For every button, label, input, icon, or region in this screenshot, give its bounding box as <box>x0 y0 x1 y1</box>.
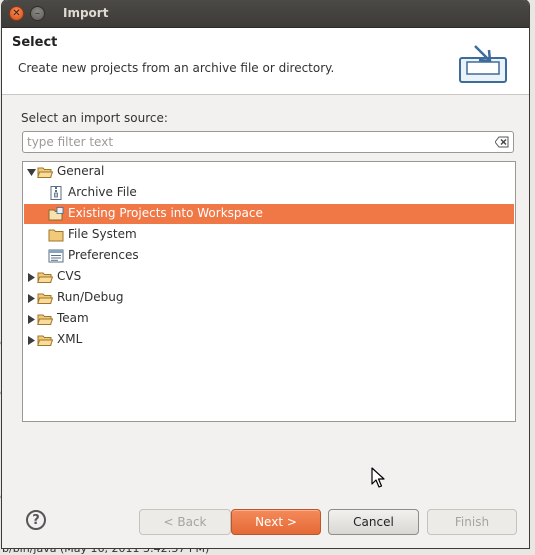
page-description: Create new projects from an archive file… <box>18 61 335 75</box>
next-button[interactable]: Next > <box>231 509 321 535</box>
mouse-pointer-icon <box>371 467 385 488</box>
tree-item-cvs[interactable]: CVS <box>24 267 514 287</box>
cancel-button[interactable]: Cancel <box>328 509 419 535</box>
tree-item-label: General <box>57 164 105 178</box>
folder-icon <box>48 229 64 242</box>
chevron-right-icon[interactable] <box>26 293 36 303</box>
close-icon: ✕ <box>12 7 21 19</box>
wizard-footer: ? < Back Next > Cancel Finish <box>2 496 529 548</box>
wizard-header: Select Create new projects from an archi… <box>2 28 529 95</box>
folder-icon <box>37 335 53 346</box>
tree-item-label: Archive File <box>68 185 137 199</box>
project-icon <box>48 207 64 221</box>
page-title: Select <box>12 35 58 50</box>
back-button[interactable]: < Back <box>139 509 231 535</box>
tree-item-label: File System <box>68 227 137 241</box>
folder-open-icon <box>37 167 53 178</box>
tree-item-label: Run/Debug <box>57 290 124 304</box>
tree-item-xml[interactable]: XML <box>24 330 514 350</box>
tree-item-file-system[interactable]: File System <box>24 225 514 245</box>
finish-button[interactable]: Finish <box>427 509 517 535</box>
tree-item-general[interactable]: General <box>24 162 514 182</box>
archive-file-icon <box>50 186 62 200</box>
import-wizard-icon <box>459 45 507 83</box>
tree-item-archive-file[interactable]: Archive File <box>24 183 514 203</box>
clear-icon[interactable] <box>495 136 509 148</box>
tree-item-label: Team <box>57 311 89 325</box>
filter-field[interactable] <box>22 131 514 153</box>
import-source-label: Select an import source: <box>21 111 168 125</box>
tree-item-existing-projects[interactable]: Existing Projects into Workspace <box>24 204 514 224</box>
tree-item-team[interactable]: Team <box>24 309 514 329</box>
tree-item-label: Preferences <box>68 248 139 262</box>
help-icon: ? <box>32 512 40 528</box>
title-bar[interactable]: ✕ – Import <box>2 0 529 28</box>
import-source-tree[interactable]: General Archive File Existing Projects i… <box>22 161 516 422</box>
import-dialog: ✕ – Import Select Create new projects fr… <box>2 0 529 548</box>
tree-item-label: XML <box>57 332 83 346</box>
folder-icon <box>37 314 53 325</box>
preferences-icon <box>48 249 64 263</box>
folder-icon <box>37 272 53 283</box>
window-title: Import <box>63 6 109 20</box>
tree-item-run-debug[interactable]: Run/Debug <box>24 288 514 308</box>
tree-item-label: CVS <box>57 269 82 283</box>
tree-item-preferences[interactable]: Preferences <box>24 246 514 266</box>
minimize-button[interactable]: – <box>30 6 45 21</box>
chevron-right-icon[interactable] <box>26 335 36 345</box>
chevron-right-icon[interactable] <box>26 272 36 282</box>
minimize-icon: – <box>35 7 40 19</box>
tree-item-label: Existing Projects into Workspace <box>68 206 263 220</box>
help-button[interactable]: ? <box>26 510 46 530</box>
chevron-right-icon[interactable] <box>26 314 36 324</box>
filter-input[interactable] <box>27 134 487 150</box>
close-button[interactable]: ✕ <box>9 6 24 21</box>
chevron-down-icon[interactable] <box>26 167 36 177</box>
folder-icon <box>37 293 53 304</box>
